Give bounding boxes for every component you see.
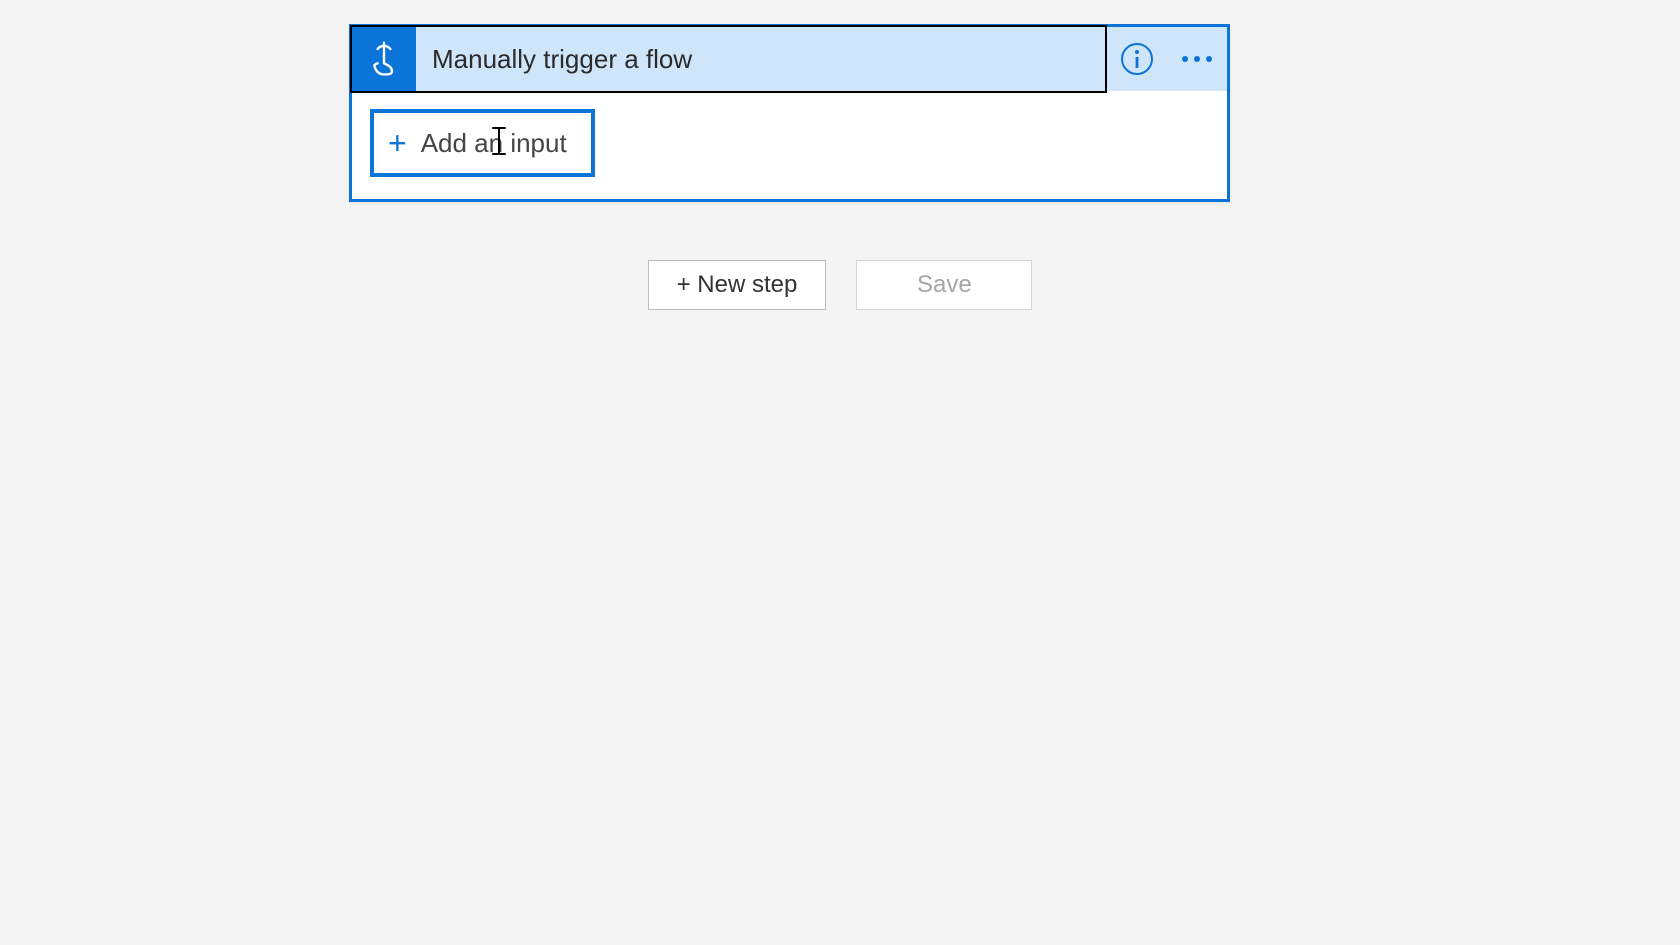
add-input-button[interactable]: + Add an input: [370, 109, 595, 177]
actions-row: + New step Save: [0, 260, 1680, 310]
plus-icon: +: [388, 127, 407, 159]
trigger-icon-tile: [352, 27, 416, 91]
trigger-header: Manually trigger a flow: [352, 27, 1227, 91]
ellipsis-icon: [1182, 56, 1212, 62]
trigger-title: Manually trigger a flow: [416, 44, 692, 75]
trigger-title-block[interactable]: Manually trigger a flow: [350, 25, 1107, 93]
trigger-card: Manually trigger a flow + Add an: [349, 24, 1230, 202]
touch-icon: [365, 38, 403, 81]
info-icon: [1121, 43, 1153, 75]
info-button[interactable]: [1107, 27, 1167, 91]
more-button[interactable]: [1167, 27, 1227, 91]
new-step-button[interactable]: + New step: [648, 260, 827, 310]
trigger-body: + Add an input: [352, 91, 1227, 199]
add-input-label: Add an input: [421, 128, 567, 159]
save-button: Save: [856, 260, 1032, 310]
